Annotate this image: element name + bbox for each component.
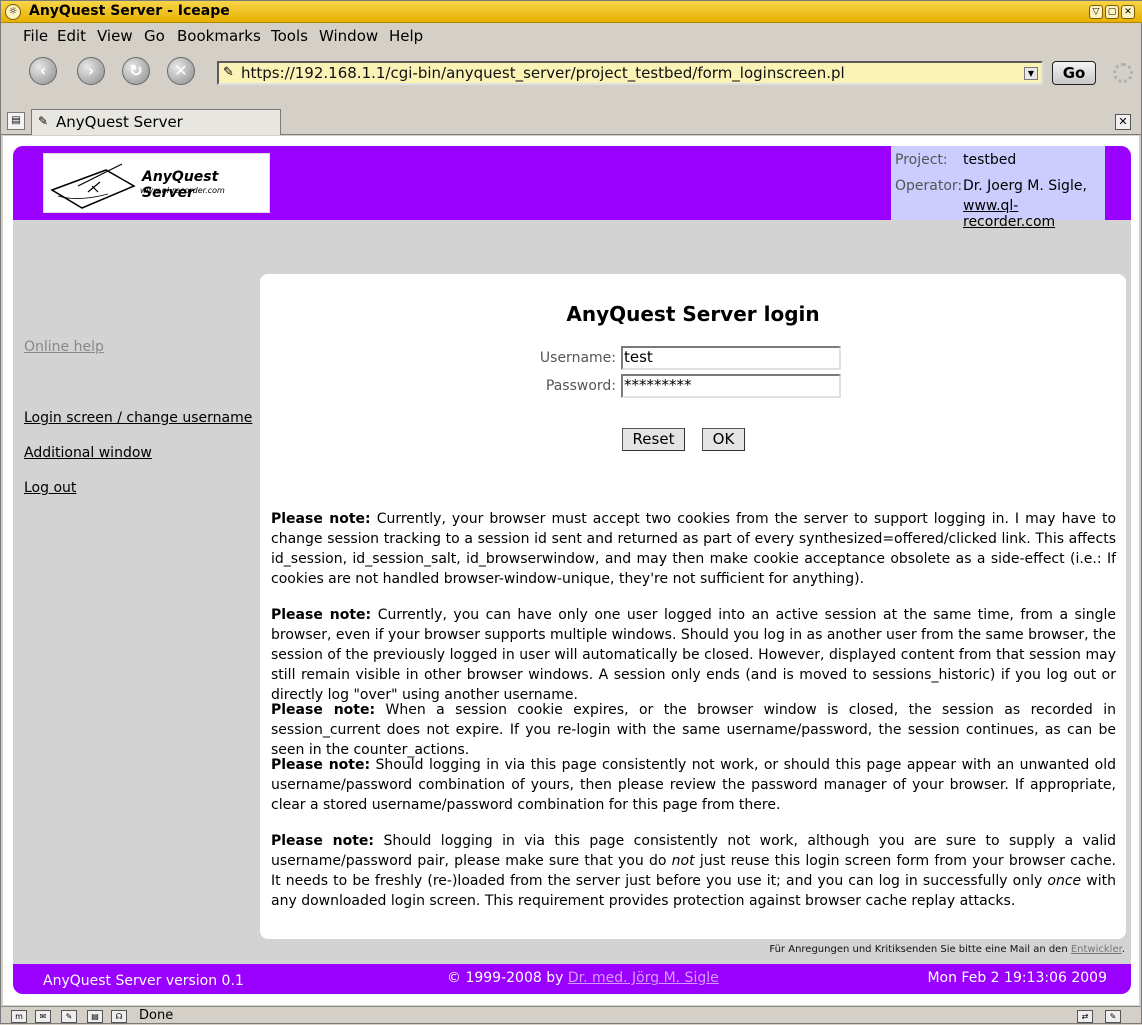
- note-cache-replay: Please note: Should logging in via this …: [271, 833, 1117, 909]
- irc-icon[interactable]: ☊: [111, 1010, 127, 1023]
- note-cookies: Please note: Currently, your browser mus…: [271, 511, 1117, 587]
- page-content: AnyQuest Server www.ql-recorder.com Proj…: [3, 136, 1139, 1005]
- password-label: Password:: [545, 378, 616, 394]
- menu-edit[interactable]: Edit: [57, 27, 86, 45]
- project-value: testbed: [963, 152, 1017, 168]
- password-input[interactable]: *********: [621, 374, 841, 398]
- additional-window-link[interactable]: Additional window: [24, 445, 152, 461]
- menu-tools[interactable]: Tools: [271, 27, 308, 45]
- app-icon[interactable]: ☼: [5, 4, 21, 20]
- menu-view[interactable]: View: [97, 27, 133, 45]
- login-heading: AnyQuest Server login: [566, 302, 820, 326]
- status-bar: m ✉ ✎ ▤ ☊ Done ⇄ ✎: [1, 1006, 1142, 1025]
- menu-bookmarks[interactable]: Bookmarks: [177, 27, 261, 45]
- project-info: Project: testbed Operator: Dr. Joerg M. …: [891, 146, 1105, 230]
- page-header: AnyQuest Server www.ql-recorder.com Proj…: [13, 146, 1131, 230]
- page-footer: AnyQuest Server version 0.1 © 1999-2008 …: [13, 964, 1131, 994]
- online-help-link[interactable]: Online help: [24, 339, 104, 355]
- composer-icon[interactable]: ✎: [61, 1010, 77, 1023]
- datetime-text: Mon Feb 2 19:13:06 2009: [927, 970, 1107, 986]
- site-icon: ✎: [223, 65, 234, 80]
- operator-link[interactable]: www.ql-recorder.com: [963, 198, 1105, 230]
- navigation-toolbar: ‹ › ↻ ✕ ✎ https://192.168.1.1/cgi-bin/an…: [1, 49, 1142, 93]
- login-panel: AnyQuest Server login Username: test Pas…: [260, 274, 1126, 939]
- tab-label: AnyQuest Server: [56, 113, 183, 131]
- close-window-icon[interactable]: ✕: [1121, 5, 1135, 19]
- author-link[interactable]: Dr. med. Jörg M. Sigle: [568, 970, 719, 986]
- back-icon[interactable]: ‹: [29, 57, 57, 85]
- menu-window[interactable]: Window: [319, 27, 378, 45]
- operator-key: Operator:: [895, 178, 963, 194]
- menu-file[interactable]: File: [23, 27, 48, 45]
- title-bar: ☼ AnyQuest Server - Iceape ▽ ▢ ✕: [1, 1, 1142, 23]
- developer-link[interactable]: Entwickler: [1071, 944, 1122, 955]
- forward-icon[interactable]: ›: [77, 57, 105, 85]
- page-frame: AnyQuest Server www.ql-recorder.com Proj…: [13, 146, 1131, 994]
- window-title: AnyQuest Server - Iceape: [29, 3, 230, 19]
- logo: AnyQuest Server www.ql-recorder.com: [43, 153, 270, 213]
- copyright-text: © 1999-2008 by Dr. med. Jörg M. Sigle: [447, 970, 719, 986]
- menu-bar: File Edit View Go Bookmarks Tools Window…: [1, 24, 1142, 48]
- ok-button[interactable]: OK: [702, 428, 745, 451]
- menu-help[interactable]: Help: [389, 27, 423, 45]
- tab-anyquest[interactable]: ✎ AnyQuest Server: [31, 109, 281, 135]
- navigator-icon[interactable]: m: [11, 1010, 27, 1023]
- project-key: Project:: [895, 152, 948, 168]
- reload-icon[interactable]: ↻: [122, 57, 150, 85]
- username-label: Username:: [539, 350, 616, 366]
- mail-icon[interactable]: ✉: [35, 1010, 51, 1023]
- feedback-note: Für Anregungen und Kritiksenden Sie bitt…: [769, 944, 1125, 955]
- log-out-link[interactable]: Log out: [24, 480, 76, 496]
- stop-icon[interactable]: ✕: [167, 57, 195, 85]
- go-button[interactable]: Go: [1052, 61, 1096, 85]
- url-bar[interactable]: ✎ https://192.168.1.1/cgi-bin/anyquest_s…: [217, 61, 1043, 85]
- logo-title: AnyQuest Server: [142, 169, 219, 201]
- browser-window: ☼ AnyQuest Server - Iceape ▽ ▢ ✕ File Ed…: [0, 0, 1142, 1024]
- url-dropdown-icon[interactable]: ▼: [1024, 67, 1038, 80]
- throbber-icon: [1113, 63, 1133, 83]
- login-screen-link[interactable]: Login screen / change username: [24, 410, 252, 426]
- reset-button[interactable]: Reset: [622, 428, 685, 451]
- operator-value: Dr. Joerg M. Sigle,: [963, 178, 1087, 194]
- minimize-icon[interactable]: ▢: [1105, 5, 1119, 19]
- note-single-user: Please note: Currently, you can have onl…: [271, 607, 1117, 703]
- version-text: AnyQuest Server version 0.1: [43, 973, 244, 989]
- username-input[interactable]: test: [621, 346, 841, 370]
- tab-page-icon: ✎: [38, 114, 49, 128]
- address-book-icon[interactable]: ▤: [87, 1010, 103, 1023]
- tab-strip: ▤ ✎ AnyQuest Server: [1, 107, 1142, 135]
- security-icon[interactable]: ✎: [1105, 1010, 1121, 1023]
- shade-icon[interactable]: ▽: [1089, 5, 1103, 19]
- logo-subtitle: www.ql-recorder.com: [140, 186, 225, 195]
- url-text[interactable]: https://192.168.1.1/cgi-bin/anyquest_ser…: [241, 64, 845, 82]
- note-session-expiry: Please note: When a session cookie expir…: [271, 702, 1116, 758]
- new-tab-icon[interactable]: ▤: [7, 112, 25, 130]
- note-password-manager: Please note: Should logging in via this …: [271, 757, 1117, 813]
- menu-go[interactable]: Go: [144, 27, 165, 45]
- status-text: Done: [139, 1008, 174, 1023]
- close-tab-icon[interactable]: ✕: [1115, 114, 1131, 130]
- logo-drawing-icon: [50, 163, 136, 209]
- online-status-icon[interactable]: ⇄: [1077, 1010, 1093, 1023]
